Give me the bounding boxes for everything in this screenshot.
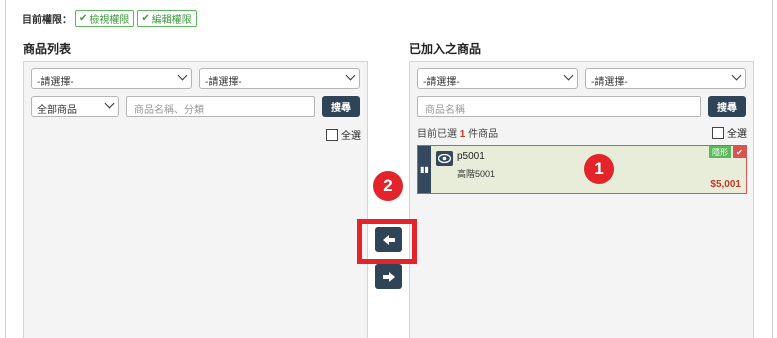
hidden-status-badge: 隱形 — [709, 146, 731, 158]
move-left-button[interactable] — [375, 227, 402, 252]
left-select-all[interactable]: 全選 — [326, 127, 361, 142]
move-right-button[interactable] — [375, 264, 402, 289]
chevron-down-icon — [731, 70, 742, 81]
product-list-title: 商品列表 — [23, 42, 72, 56]
eye-icon[interactable] — [436, 151, 453, 166]
view-permission-tag: ✔ 檢視權限 — [75, 10, 135, 27]
callout-marker-1: 1 — [584, 154, 614, 184]
product-price: $5,001 — [710, 179, 741, 190]
left-search-button[interactable]: 搜尋 — [322, 96, 360, 117]
check-icon: ✔ — [79, 13, 88, 24]
added-product-card[interactable]: ▮▮ p5001 高階5001 隱形 ✔ $5,001 — [417, 145, 747, 194]
chevron-down-icon — [345, 70, 356, 81]
right-search-button[interactable]: 搜尋 — [708, 96, 746, 117]
selected-check-icon[interactable]: ✔ — [733, 146, 746, 158]
check-icon: ✔ — [141, 13, 150, 24]
checkbox[interactable] — [326, 128, 338, 141]
chevron-down-icon — [563, 70, 574, 81]
permissions-bar: 目前權限： ✔ 檢視權限 ✔ 編輯權限 — [22, 10, 197, 27]
arrow-right-icon — [382, 271, 395, 282]
added-products-title: 已加入之商品 — [409, 42, 482, 56]
chevron-down-icon — [104, 98, 115, 109]
arrow-left-icon — [382, 234, 395, 245]
left-category-select-1[interactable]: -請選擇- — [31, 68, 192, 89]
drag-handle-icon[interactable]: ▮▮ — [418, 146, 431, 193]
product-name: 高階5001 — [457, 169, 496, 179]
added-search-input[interactable]: 商品名稱 — [417, 96, 701, 117]
left-category-select-2[interactable]: -請選擇- — [199, 68, 360, 89]
product-search-input[interactable]: 商品名稱、分類 — [126, 96, 315, 117]
permissions-label: 目前權限： — [22, 15, 72, 26]
callout-marker-2: 2 — [373, 171, 403, 201]
checkbox[interactable] — [712, 126, 724, 139]
selected-count: 1 — [459, 129, 466, 140]
edit-permission-tag: ✔ 編輯權限 — [137, 10, 197, 27]
right-category-select-2[interactable]: -請選擇- — [585, 68, 746, 89]
product-code: p5001 — [457, 151, 485, 162]
right-select-all[interactable]: 全選 — [712, 125, 747, 140]
right-category-select-1[interactable]: -請選擇- — [417, 68, 578, 89]
chevron-down-icon — [177, 70, 188, 81]
product-scope-select[interactable]: 全部商品 — [31, 96, 119, 117]
selected-count-text: 目前已選 1 件商品 — [417, 129, 499, 140]
